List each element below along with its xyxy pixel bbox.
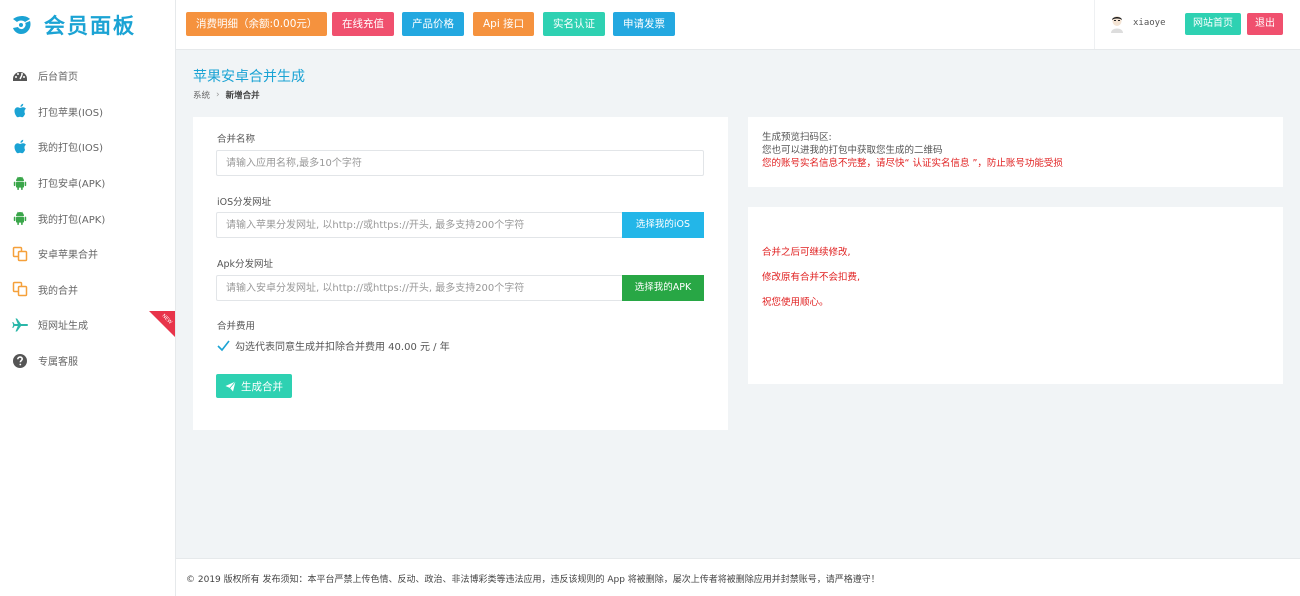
- username: xiaoye: [1133, 18, 1166, 28]
- generate-merge-button[interactable]: 生成合并: [216, 374, 292, 398]
- brand-name: 会员面板: [44, 14, 136, 38]
- choose-apk-button[interactable]: 选择我的APK: [622, 275, 704, 301]
- android-icon: [12, 210, 28, 226]
- fee-agree-checkbox[interactable]: 勾选代表同意生成并扣除合并费用 40.00 元 / 年: [217, 338, 450, 353]
- topbar: 消费明细（余额:0.00元） 在线充值 产品价格 Api 接口 实名认证 申请发…: [176, 0, 1300, 50]
- sidebar-item-my-merge[interactable]: 我的合并: [0, 272, 175, 308]
- apple-icon: [12, 139, 28, 155]
- site-home-button[interactable]: 网站首页: [1185, 13, 1241, 35]
- balance-details-button[interactable]: 消费明细（余额:0.00元）: [186, 12, 328, 36]
- ios-url-label: iOS分发网址: [217, 197, 272, 208]
- plane-icon: [12, 317, 28, 333]
- question-icon: [12, 353, 28, 369]
- sidebar: 会员面板 后台首页 打包苹果(IOS) 我的打包(IOS) 打包安卓(APK): [0, 0, 176, 596]
- logo[interactable]: 会员面板: [0, 0, 175, 50]
- dashboard-icon: [12, 68, 28, 84]
- sidebar-item-label: 短网址生成: [38, 321, 88, 333]
- sidebar-item-label: 打包苹果(IOS): [38, 107, 103, 119]
- sidebar-item-label: 我的打包(APK): [38, 214, 106, 226]
- pricing-button[interactable]: 产品价格: [402, 12, 464, 36]
- apk-url-label: Apk分发网址: [217, 259, 274, 270]
- merge-name-input[interactable]: [216, 150, 704, 176]
- real-name-warning[interactable]: 您的账号实名信息不完整，请尽快“ 认证实名信息 ”，防止账号功能受损: [762, 157, 1063, 170]
- sidebar-menu: 后台首页 打包苹果(IOS) 我的打包(IOS) 打包安卓(APK) 我的打包(…: [0, 58, 175, 378]
- preview-card: 生成预览扫码区: 您也可以进我的打包中获取您生成的二维码 您的账号实名信息不完整…: [748, 117, 1283, 187]
- sidebar-item-dashboard[interactable]: 后台首页: [0, 58, 175, 94]
- preview-text: 生成预览扫码区: 您也可以进我的打包中获取您生成的二维码 您的账号实名信息不完整…: [762, 131, 1063, 170]
- preview-hint: 您也可以进我的打包中获取您生成的二维码: [762, 145, 943, 156]
- avatar[interactable]: [1109, 15, 1125, 33]
- sidebar-item-label: 专属客服: [38, 357, 78, 369]
- merge-name-label: 合并名称: [217, 134, 256, 145]
- breadcrumb: 系统 › 新增合并: [193, 89, 260, 101]
- breadcrumb-root[interactable]: 系统: [193, 89, 210, 101]
- recharge-button[interactable]: 在线充值: [332, 12, 394, 36]
- footer: © 2019 版权所有 发布须知：本平台严禁上传色情、反动、政治、非法博彩类等违…: [176, 558, 1300, 596]
- logout-button[interactable]: 退出: [1247, 13, 1283, 35]
- sidebar-item-merge[interactable]: 安卓苹果合并: [0, 236, 175, 272]
- copy-icon: [12, 246, 28, 262]
- generate-merge-label: 生成合并: [241, 380, 283, 393]
- apk-url-input[interactable]: [216, 275, 623, 301]
- new-badge-icon: NEW: [149, 311, 175, 338]
- sidebar-item-my-apk[interactable]: 我的打包(APK): [0, 200, 175, 236]
- user-area: xiaoye 网站首页 退出: [1094, 0, 1300, 49]
- breadcrumb-current: 新增合并: [225, 91, 260, 101]
- sidebar-item-my-ios[interactable]: 我的打包(IOS): [0, 129, 175, 165]
- merge-form-card: 合并名称 iOS分发网址 选择我的iOS Apk分发网址 选择我的APK 合并费…: [193, 117, 728, 430]
- sidebar-item-label: 安卓苹果合并: [38, 250, 98, 262]
- sidebar-item-pack-ios[interactable]: 打包苹果(IOS): [0, 94, 175, 130]
- sidebar-item-short-url[interactable]: 短网址生成 NEW: [0, 307, 175, 343]
- footer-notice: © 2019 版权所有 发布须知：本平台严禁上传色情、反动、政治、非法博彩类等违…: [186, 575, 880, 585]
- sidebar-item-label: 打包安卓(APK): [38, 179, 106, 191]
- sidebar-item-support[interactable]: 专属客服: [0, 343, 175, 379]
- sidebar-item-label: 后台首页: [38, 72, 78, 84]
- send-icon: [225, 380, 236, 391]
- sidebar-item-pack-apk[interactable]: 打包安卓(APK): [0, 165, 175, 201]
- apple-icon: [12, 103, 28, 119]
- logo-icon: [13, 16, 31, 34]
- sidebar-item-label: 我的打包(IOS): [38, 143, 103, 155]
- fee-label: 合并费用: [217, 321, 256, 332]
- sidebar-item-label: 我的合并: [38, 285, 78, 297]
- note-line: 修改原有合并不会扣费,: [762, 272, 861, 283]
- chevron-right-icon: ›: [216, 90, 220, 100]
- copy-icon: [12, 281, 28, 297]
- api-button[interactable]: Api 接口: [473, 12, 535, 36]
- choose-ios-button[interactable]: 选择我的iOS: [622, 212, 704, 238]
- fee-agree-text: 勾选代表同意生成并扣除合并费用 40.00 元 / 年: [235, 342, 450, 353]
- preview-title: 生成预览扫码区:: [762, 132, 832, 143]
- page-title: 苹果安卓合并生成: [193, 69, 305, 85]
- android-icon: [12, 175, 28, 191]
- invoice-button[interactable]: 申请发票: [613, 12, 675, 36]
- note-line: 合并之后可继续修改,: [762, 247, 851, 258]
- note-line: 祝您使用顺心。: [762, 297, 829, 308]
- notes-card: 合并之后可继续修改, 修改原有合并不会扣费, 祝您使用顺心。: [748, 207, 1283, 384]
- real-name-auth-button[interactable]: 实名认证: [543, 12, 605, 36]
- ios-url-input[interactable]: [216, 212, 623, 238]
- checkmark-icon: [217, 340, 230, 352]
